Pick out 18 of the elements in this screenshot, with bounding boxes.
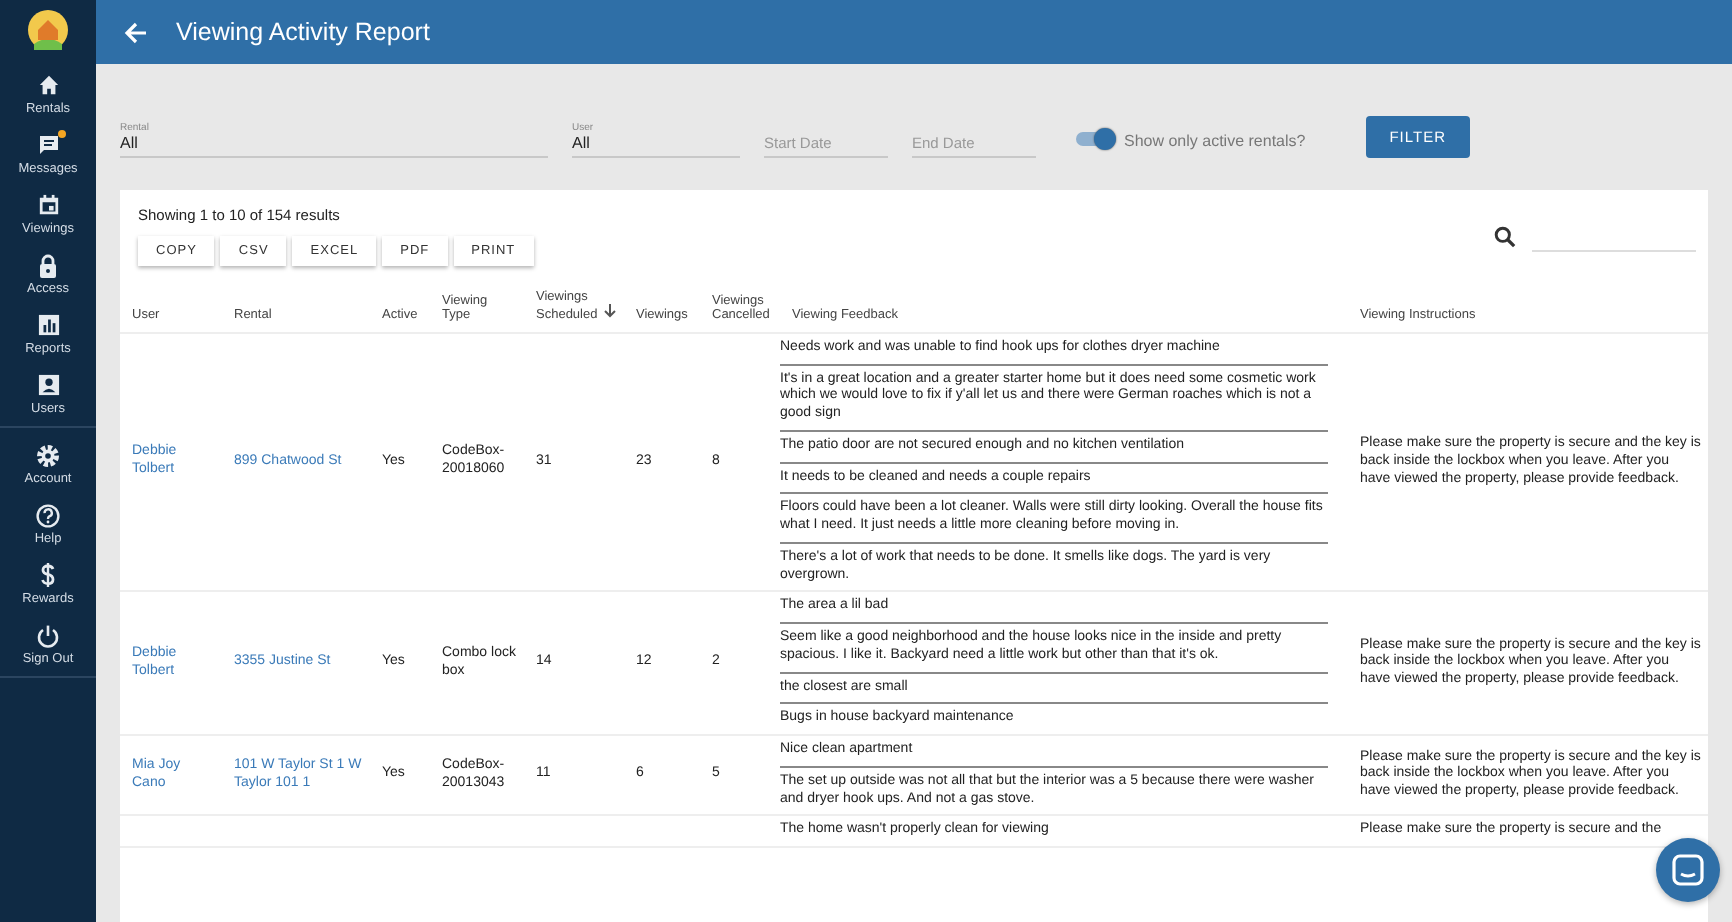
toggle-label: Show only active rentals?	[1124, 132, 1306, 150]
sort-arrow-icon[interactable]	[603, 304, 616, 319]
search-icon[interactable]	[1494, 225, 1516, 247]
power-icon	[36, 623, 60, 647]
settings-icon	[36, 443, 60, 467]
chart-icon	[37, 314, 59, 336]
lock-icon	[38, 253, 58, 277]
page-title: Viewing Activity Report	[176, 18, 430, 46]
help-icon	[36, 503, 60, 527]
dollar-icon	[40, 562, 56, 588]
logo-icon	[28, 10, 68, 50]
user-icon	[37, 374, 59, 396]
calendar-icon	[37, 194, 59, 216]
active-toggle[interactable]	[1076, 132, 1112, 146]
back-arrow-icon[interactable]	[124, 21, 148, 43]
chat-icon	[1672, 854, 1704, 886]
message-icon	[37, 134, 59, 156]
home-icon	[37, 74, 59, 96]
